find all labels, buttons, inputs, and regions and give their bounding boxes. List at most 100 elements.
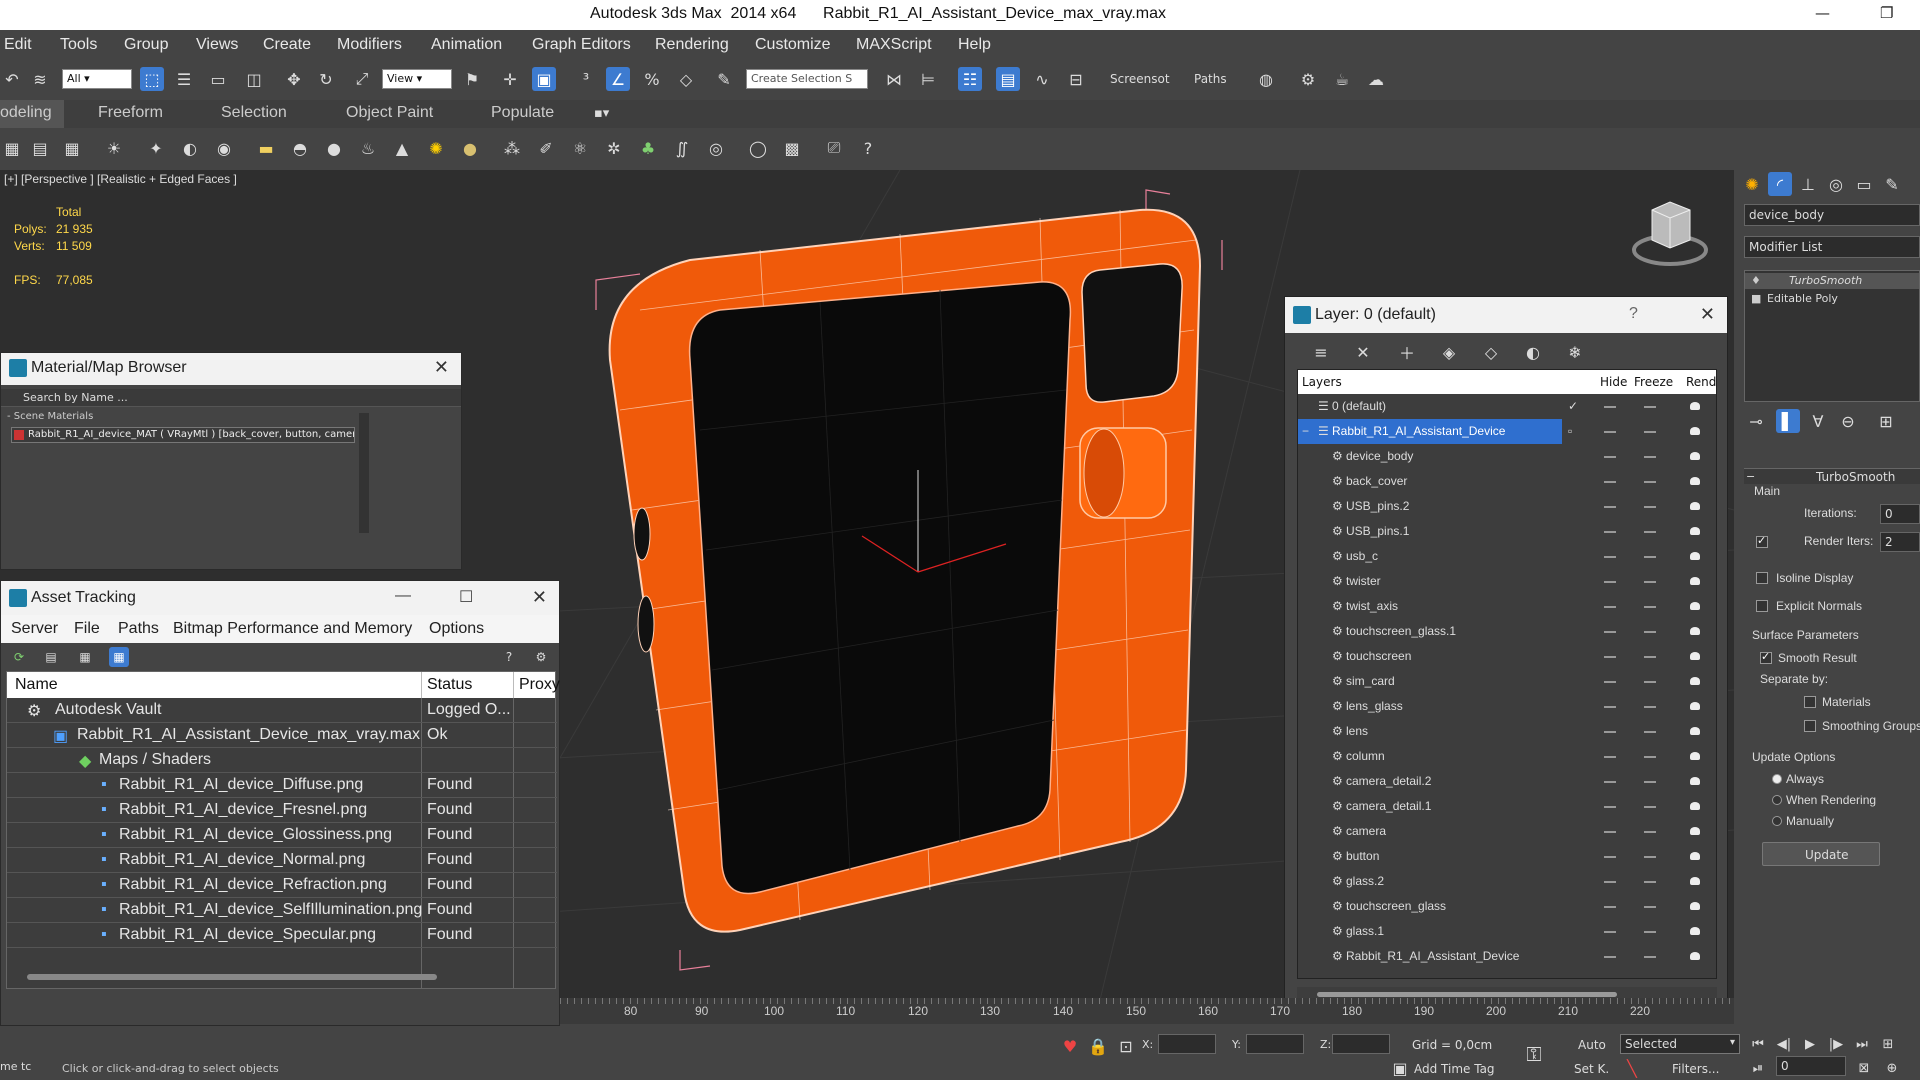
col-name[interactable]: Name bbox=[15, 676, 58, 694]
rotate-icon[interactable]: ↻ bbox=[314, 67, 338, 91]
render-icon[interactable] bbox=[1690, 727, 1700, 735]
layer-object-row[interactable]: ⚙ USB_pins.1 bbox=[1298, 519, 1716, 544]
material-browser-header[interactable]: Material/Map Browser ✕ bbox=[1, 353, 461, 385]
layer-object-row[interactable]: ⚙ camera_detail.1 bbox=[1298, 794, 1716, 819]
rect-selection-icon[interactable]: ▭ bbox=[206, 67, 230, 91]
asset-menu-server[interactable]: Server bbox=[11, 620, 58, 638]
menu-customize[interactable]: Customize bbox=[755, 36, 831, 54]
time-config-icon[interactable]: ⏯ bbox=[1746, 1056, 1770, 1080]
box-icon[interactable]: ▦ bbox=[0, 136, 24, 160]
layer-object-row[interactable]: ⚙ twister bbox=[1298, 569, 1716, 594]
refresh-icon[interactable]: ⟳ bbox=[9, 647, 29, 667]
render-icon[interactable] bbox=[1690, 527, 1700, 535]
material-ball-icon[interactable]: ◯ bbox=[746, 136, 770, 160]
table-row[interactable]: ▪ Rabbit_R1_AI_device_Diffuse.png Found bbox=[7, 773, 557, 798]
material-browser-scrollbar[interactable] bbox=[359, 413, 369, 533]
key-filter-dropdown[interactable]: Selected ▾ bbox=[1620, 1034, 1740, 1054]
update-button[interactable]: Update bbox=[1762, 842, 1880, 866]
screenshot-button[interactable]: Screensot bbox=[1110, 72, 1170, 86]
layer-object-row[interactable]: ⚙ touchscreen bbox=[1298, 644, 1716, 669]
ribbon-options-icon[interactable]: ▪▾ bbox=[594, 106, 622, 122]
materials-checkbox[interactable] bbox=[1804, 696, 1816, 708]
selection-set-dropdown[interactable]: Create Selection S bbox=[746, 69, 868, 89]
selection-filter-dropdown[interactable]: All ▾ bbox=[62, 69, 132, 89]
layer-row-selected[interactable]: − ☰ Rabbit_R1_AI_Assistant_Device bbox=[1298, 419, 1562, 444]
select-object-icon[interactable]: ⬚ bbox=[140, 67, 164, 91]
help-icon[interactable]: ? bbox=[856, 136, 880, 160]
render-icon[interactable] bbox=[1690, 427, 1700, 435]
layer-object-row[interactable]: ⚙ lens_glass bbox=[1298, 694, 1716, 719]
pivot-icon[interactable]: ⚑ bbox=[460, 67, 484, 91]
layer-object-row[interactable]: ⚙ button bbox=[1298, 844, 1716, 869]
asset-menu-file[interactable]: File bbox=[74, 620, 100, 638]
layer-object-row[interactable]: ⚙ glass.2 bbox=[1298, 869, 1716, 894]
timeline-track[interactable]: 80 90 100 110 120 130 140 150 160 170 18… bbox=[560, 998, 1734, 1024]
y-coordinate-field[interactable] bbox=[1246, 1034, 1304, 1054]
cone-icon[interactable]: ▲ bbox=[390, 136, 414, 160]
isoline-checkbox[interactable] bbox=[1756, 572, 1768, 584]
gear-icon[interactable]: ✲ bbox=[602, 136, 626, 160]
current-layer-check-icon[interactable]: ✓ bbox=[1568, 399, 1578, 413]
touchscreen-shape[interactable] bbox=[688, 281, 1072, 895]
asset-tracking-header[interactable]: Asset Tracking — ☐ ✕ bbox=[1, 581, 559, 615]
camera-icon[interactable]: ◉ bbox=[212, 136, 236, 160]
lock-selection-icon[interactable]: 🔒 bbox=[1086, 1034, 1110, 1058]
display-tab-icon[interactable]: ▭ bbox=[1852, 172, 1876, 196]
layer-object-row[interactable]: ⚙ touchscreen_glass bbox=[1298, 894, 1716, 919]
render-icon[interactable] bbox=[1690, 552, 1700, 560]
asset-maximize-icon[interactable]: ☐ bbox=[459, 587, 473, 607]
col-status[interactable]: Status bbox=[427, 676, 472, 694]
menu-graph-editors[interactable]: Graph Editors bbox=[532, 36, 631, 54]
move-icon[interactable]: ✥ bbox=[282, 67, 306, 91]
teapot-icon[interactable]: ♨ bbox=[356, 136, 380, 160]
table-view-icon[interactable]: ▦ bbox=[109, 647, 129, 667]
layer-close-icon[interactable]: ✕ bbox=[1700, 304, 1715, 325]
list-icon[interactable]: ▤ bbox=[28, 136, 52, 160]
table-row[interactable]: ▪ Rabbit_R1_AI_device_Fresnel.png Found bbox=[7, 798, 557, 823]
set-key-button[interactable]: Set K. bbox=[1574, 1062, 1609, 1076]
go-to-start-icon[interactable]: ⏮ bbox=[1746, 1032, 1770, 1056]
object-name-field[interactable]: device_body bbox=[1744, 204, 1920, 226]
tab-populate[interactable]: Populate bbox=[491, 104, 554, 122]
restore-button[interactable]: ❐ bbox=[1880, 4, 1893, 22]
absolute-mode-icon[interactable]: ⊡ bbox=[1114, 1034, 1138, 1058]
col-hide[interactable]: Hide bbox=[1600, 375, 1627, 389]
when-rendering-radio[interactable] bbox=[1772, 795, 1782, 805]
always-radio[interactable] bbox=[1772, 774, 1782, 784]
tab-object-paint[interactable]: Object Paint bbox=[346, 104, 433, 122]
sphere-icon[interactable]: ● bbox=[322, 136, 346, 160]
stack-item-editable-poly[interactable]: ■ Editable Poly bbox=[1745, 291, 1919, 307]
go-to-end-icon[interactable]: ⏭ bbox=[1850, 1032, 1874, 1056]
layer-manager-icon[interactable]: ☷ bbox=[958, 67, 982, 91]
pin-stack-icon[interactable]: ⊸ bbox=[1744, 409, 1768, 433]
bulb-icon[interactable]: ♦ bbox=[1751, 274, 1761, 287]
table-row[interactable]: ▪ Rabbit_R1_AI_device_Normal.png Found bbox=[7, 848, 557, 873]
paint-icon[interactable]: ✐ bbox=[534, 136, 558, 160]
key-mode-toggle-icon[interactable]: ⊞ bbox=[1876, 1032, 1900, 1056]
align-icon[interactable]: ⊨ bbox=[916, 67, 940, 91]
menu-maxscript[interactable]: MAXScript bbox=[856, 36, 932, 54]
set-key-icon[interactable]: ⚿ bbox=[1522, 1042, 1546, 1066]
smoothing-groups-checkbox[interactable] bbox=[1804, 720, 1816, 732]
layer-object-row[interactable]: ⚙ camera bbox=[1298, 819, 1716, 844]
schematic-view-icon[interactable]: ⊟ bbox=[1064, 67, 1088, 91]
material-browser-close-icon[interactable]: ✕ bbox=[434, 357, 449, 378]
asset-menu-bitmap[interactable]: Bitmap Performance and Memory bbox=[173, 620, 412, 638]
curve-editor-icon[interactable]: ∿ bbox=[1030, 67, 1054, 91]
maxscript-listener-tag[interactable]: me tc bbox=[0, 1060, 31, 1073]
render-icon[interactable] bbox=[1690, 902, 1700, 910]
current-frame-field[interactable]: 0 bbox=[1776, 1056, 1846, 1076]
new-layer-icon[interactable]: ≡ bbox=[1309, 340, 1333, 364]
expand-stack-icon[interactable]: ■ bbox=[1751, 292, 1761, 305]
layer-row-default[interactable]: ☰ 0 (default) ✓ bbox=[1298, 394, 1716, 419]
layer-object-row[interactable]: ⚙ glass.1 bbox=[1298, 919, 1716, 944]
minimize-button[interactable]: — bbox=[1815, 4, 1830, 22]
asset-minimize-icon[interactable]: — bbox=[395, 587, 411, 605]
layer-object-row[interactable]: ⚙ lens bbox=[1298, 719, 1716, 744]
rendered-frame-icon[interactable]: ☕ bbox=[1330, 67, 1354, 91]
table-row[interactable]: ◆ Maps / Shaders bbox=[7, 748, 557, 773]
menu-group[interactable]: Group bbox=[124, 36, 168, 54]
zoom-extents-icon[interactable]: ⊠ bbox=[1852, 1056, 1876, 1080]
snap-toggle-icon[interactable]: ³ bbox=[574, 67, 598, 91]
material-editor-icon[interactable]: ◍ bbox=[1254, 67, 1278, 91]
